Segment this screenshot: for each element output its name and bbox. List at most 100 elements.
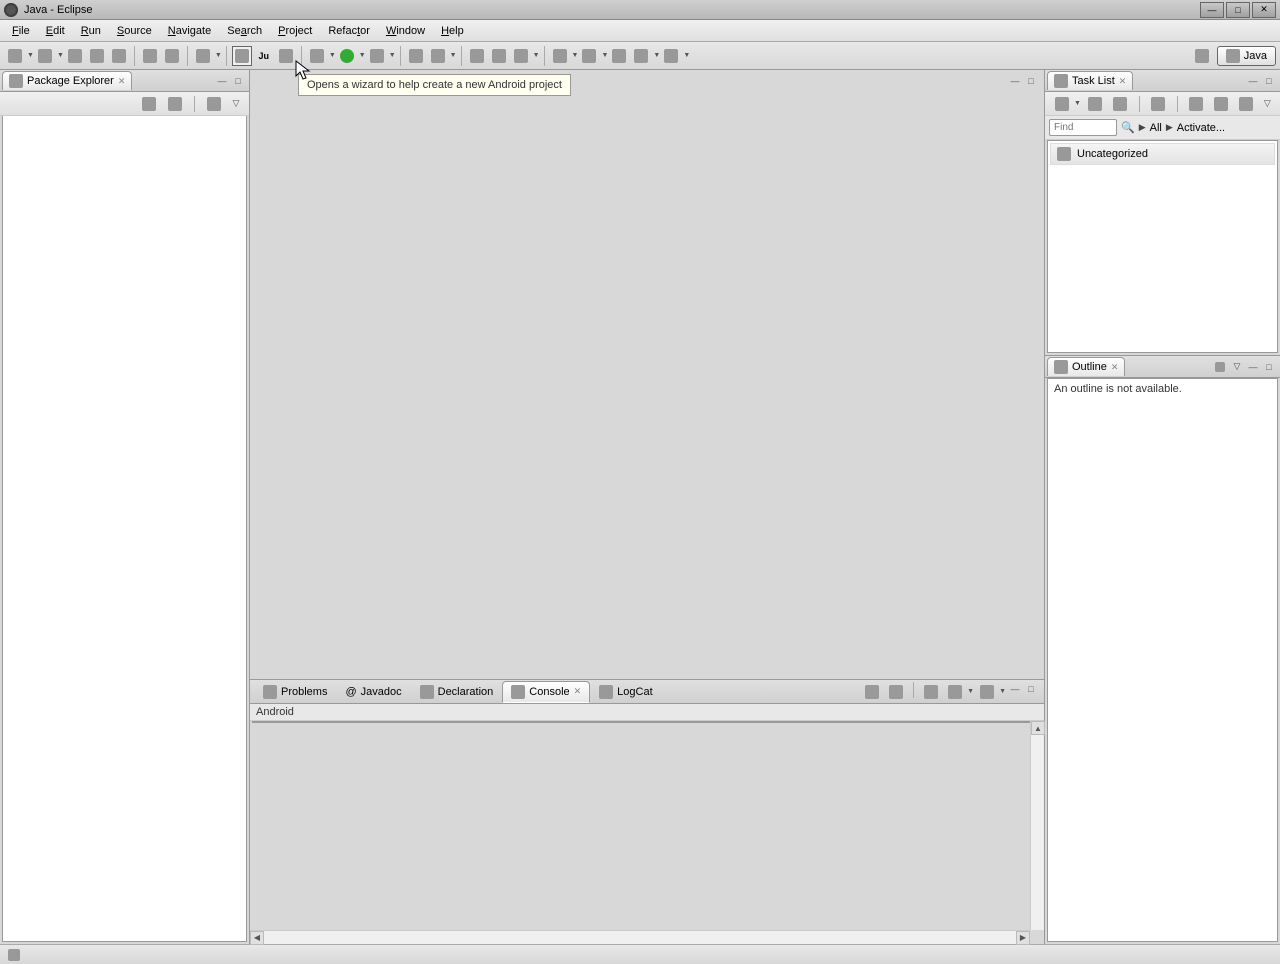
tb-btn-4[interactable] xyxy=(87,46,107,66)
problems-tab[interactable]: Problems xyxy=(254,681,336,703)
minimize-view-button[interactable]: — xyxy=(1008,682,1022,696)
vertical-scrollbar[interactable]: ▲ xyxy=(1030,721,1044,930)
view-menu-button[interactable]: ▽ xyxy=(229,97,243,111)
activate-link[interactable]: Activate... xyxy=(1177,122,1225,134)
close-icon[interactable]: ✕ xyxy=(1111,362,1119,373)
tb-btn-8[interactable]: ▼ xyxy=(192,46,222,66)
new-task-button[interactable]: ▼ xyxy=(1051,94,1081,114)
package-explorer-tab[interactable]: Package Explorer ✕ xyxy=(2,71,132,90)
focus-task-button[interactable] xyxy=(204,94,224,114)
menu-file[interactable]: File xyxy=(4,22,38,40)
new-package-button[interactable] xyxy=(406,46,426,66)
menu-refactor[interactable]: Refactor xyxy=(320,22,378,40)
collapse-all-tasks-button[interactable] xyxy=(1212,94,1231,114)
schedule-button[interactable] xyxy=(1237,94,1256,114)
minimize-editor-button[interactable]: — xyxy=(1008,74,1022,88)
close-icon[interactable]: ✕ xyxy=(118,76,126,87)
open-task-button[interactable] xyxy=(489,46,509,66)
focus-workweek-button[interactable] xyxy=(1149,94,1168,114)
pin-console-button[interactable] xyxy=(921,682,941,702)
run-button[interactable]: ▼ xyxy=(336,46,366,66)
minimize-view-button[interactable]: — xyxy=(1246,74,1260,88)
open-perspective-button[interactable] xyxy=(1192,46,1212,66)
link-editor-button[interactable] xyxy=(165,94,185,114)
forward-button[interactable]: ▼ xyxy=(660,46,690,66)
close-icon[interactable]: ✕ xyxy=(1119,76,1127,87)
task-list-body[interactable]: Uncategorized xyxy=(1047,140,1278,353)
print-button[interactable] xyxy=(109,46,129,66)
open-console-button[interactable]: ▼ xyxy=(976,682,1006,702)
new-button[interactable]: ▼ xyxy=(4,46,34,66)
outline-focus-button[interactable] xyxy=(1213,360,1227,374)
external-tools-button[interactable]: ▼ xyxy=(366,46,396,66)
declaration-tab[interactable]: Declaration xyxy=(411,681,503,703)
minimize-view-button[interactable]: — xyxy=(1246,360,1260,374)
tb-btn-6[interactable] xyxy=(140,46,160,66)
menu-project[interactable]: Project xyxy=(270,22,320,40)
task-find-input[interactable] xyxy=(1049,119,1117,136)
nav-prev-button[interactable]: ▼ xyxy=(549,46,579,66)
all-link[interactable]: All xyxy=(1150,122,1162,134)
menu-edit[interactable]: Edit xyxy=(38,22,73,40)
new-junit-button[interactable]: Ju xyxy=(254,46,274,66)
maximize-view-button[interactable]: □ xyxy=(1024,682,1038,696)
search-icon[interactable]: 🔍 xyxy=(1121,121,1135,134)
package-explorer-body[interactable] xyxy=(2,116,247,942)
display-console-button[interactable]: ▼ xyxy=(944,682,974,702)
maximize-button[interactable]: □ xyxy=(1226,2,1250,18)
maximize-view-button[interactable]: □ xyxy=(1262,74,1276,88)
close-icon[interactable]: ✕ xyxy=(574,686,582,697)
open-type-button[interactable] xyxy=(467,46,487,66)
save-button[interactable]: ▼ xyxy=(34,46,64,66)
nav-next-button[interactable]: ▼ xyxy=(578,46,608,66)
new-android-project-button[interactable] xyxy=(232,46,252,66)
save-all-button[interactable] xyxy=(65,46,85,66)
back-button[interactable]: ▼ xyxy=(630,46,660,66)
save-all-icon xyxy=(68,49,82,63)
editor-area[interactable]: — □ xyxy=(250,70,1044,680)
debug-button[interactable]: ▼ xyxy=(306,46,336,66)
synchronize-button[interactable] xyxy=(1111,94,1130,114)
maximize-view-button[interactable]: □ xyxy=(1262,360,1276,374)
categorize-button[interactable] xyxy=(1086,94,1105,114)
horizontal-scrollbar[interactable]: ◀ ▶ xyxy=(250,930,1030,944)
outline-body[interactable]: An outline is not available. xyxy=(1047,378,1278,942)
menu-help[interactable]: Help xyxy=(433,22,472,40)
search-button[interactable]: ▼ xyxy=(510,46,540,66)
menu-source[interactable]: Source xyxy=(109,22,160,40)
new-class-button[interactable]: ▼ xyxy=(427,46,457,66)
menu-window[interactable]: Window xyxy=(378,22,433,40)
task-list-toolbar: ▼ ▽ xyxy=(1045,92,1280,116)
tab-label: LogCat xyxy=(617,686,652,698)
menu-navigate[interactable]: Navigate xyxy=(160,22,219,40)
tb-btn-7[interactable] xyxy=(162,46,182,66)
menu-search[interactable]: Search xyxy=(219,22,270,40)
hide-completed-button[interactable] xyxy=(1187,94,1206,114)
scroll-right-icon[interactable]: ▶ xyxy=(1016,931,1030,945)
outline-tab[interactable]: Outline ✕ xyxy=(1047,357,1125,376)
arrow-icon[interactable]: ▶ xyxy=(1139,122,1146,133)
minimize-view-button[interactable]: — xyxy=(215,74,229,88)
task-list-tab[interactable]: Task List ✕ xyxy=(1047,71,1133,90)
view-menu-button[interactable]: ▽ xyxy=(1261,97,1274,111)
console-body[interactable] xyxy=(252,721,1042,723)
close-button[interactable]: ✕ xyxy=(1252,2,1276,18)
scroll-up-icon[interactable]: ▲ xyxy=(1031,721,1045,735)
scroll-lock-button[interactable] xyxy=(886,682,906,702)
view-menu-button[interactable]: ▽ xyxy=(1230,360,1244,374)
javadoc-tab[interactable]: @ Javadoc xyxy=(336,682,410,702)
new-xml-button[interactable] xyxy=(276,46,296,66)
task-category[interactable]: Uncategorized xyxy=(1050,143,1275,165)
collapse-all-button[interactable] xyxy=(139,94,159,114)
java-perspective-button[interactable]: Java xyxy=(1217,46,1276,66)
maximize-editor-button[interactable]: □ xyxy=(1024,74,1038,88)
clear-console-button[interactable] xyxy=(862,682,882,702)
last-edit-button[interactable] xyxy=(609,46,629,66)
arrow-icon[interactable]: ▶ xyxy=(1166,122,1173,133)
console-tab[interactable]: Console ✕ xyxy=(502,681,590,703)
maximize-view-button[interactable]: □ xyxy=(231,74,245,88)
minimize-button[interactable]: — xyxy=(1200,2,1224,18)
logcat-tab[interactable]: LogCat xyxy=(590,681,661,703)
scroll-left-icon[interactable]: ◀ xyxy=(250,931,264,945)
menu-run[interactable]: Run xyxy=(73,22,109,40)
